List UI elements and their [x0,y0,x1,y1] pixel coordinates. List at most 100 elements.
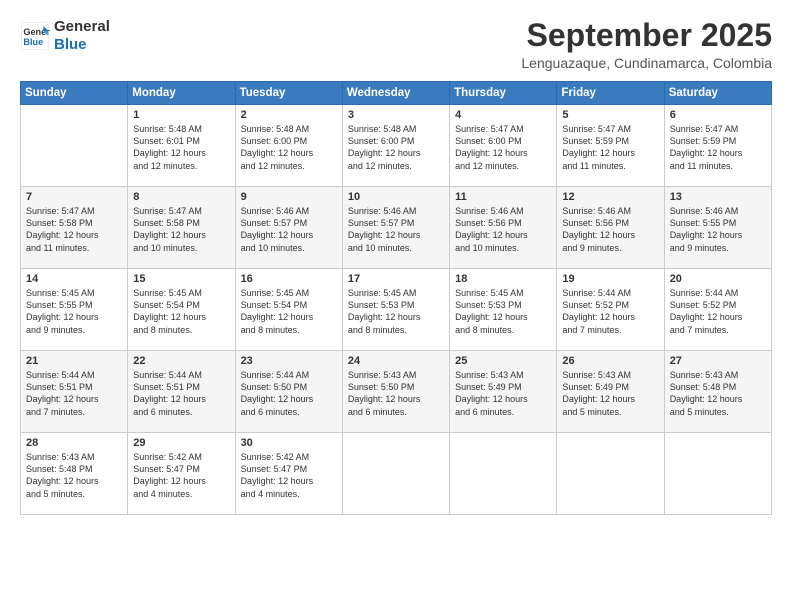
day-number: 16 [241,273,338,285]
cell-info: Sunrise: 5:44 AM Sunset: 5:51 PM Dayligh… [133,369,230,418]
cell-info: Sunrise: 5:43 AM Sunset: 5:49 PM Dayligh… [562,369,659,418]
cell-1-7: 6Sunrise: 5:47 AM Sunset: 5:59 PM Daylig… [664,105,771,187]
logo: General Blue General Blue [20,18,110,54]
cell-info: Sunrise: 5:43 AM Sunset: 5:48 PM Dayligh… [670,369,767,418]
day-number: 8 [133,191,230,203]
cell-5-6 [557,433,664,515]
day-number: 14 [26,273,123,285]
day-number: 10 [348,191,445,203]
cell-1-5: 4Sunrise: 5:47 AM Sunset: 6:00 PM Daylig… [450,105,557,187]
day-number: 23 [241,355,338,367]
cell-info: Sunrise: 5:45 AM Sunset: 5:53 PM Dayligh… [348,287,445,336]
day-number: 5 [562,109,659,121]
cell-3-4: 17 Sunrise: 5:45 AM Sunset: 5:53 PM Dayli… [342,269,449,351]
svg-text:Blue: Blue [23,37,43,47]
cell-info: Sunrise: 5:48 AM Sunset: 6:01 PM Dayligh… [133,123,230,172]
cell-info: Sunrise: 5:42 AM Sunset: 5:47 PM Dayligh… [133,451,230,500]
subtitle: Lenguazaque, Cundinamarca, Colombia [521,55,772,71]
day-number: 29 [133,437,230,449]
cell-5-1: 28 Sunrise: 5:43 AM Sunset: 5:48 PM Dayli… [21,433,128,515]
cell-info: Sunrise: 5:46 AM Sunset: 5:56 PM Dayligh… [455,205,552,254]
cell-info: Sunrise: 5:47 AM Sunset: 6:00 PM Dayligh… [455,123,552,172]
day-number: 28 [26,437,123,449]
cell-2-1: 7 Sunrise: 5:47 AM Sunset: 5:58 PM Daylig… [21,187,128,269]
col-header-friday: Friday [557,82,664,105]
title-block: September 2025 Lenguazaque, Cundinamarca… [521,18,772,71]
main-title: September 2025 [521,18,772,53]
col-header-saturday: Saturday [664,82,771,105]
page: General Blue General Blue September 2025… [0,0,792,612]
header: General Blue General Blue September 2025… [20,18,772,71]
cell-4-2: 22 Sunrise: 5:44 AM Sunset: 5:51 PM Dayli… [128,351,235,433]
day-number: 21 [26,355,123,367]
day-number: 25 [455,355,552,367]
week-row-3: 14 Sunrise: 5:45 AM Sunset: 5:55 PM Dayli… [21,269,772,351]
week-row-2: 7 Sunrise: 5:47 AM Sunset: 5:58 PM Daylig… [21,187,772,269]
day-number: 22 [133,355,230,367]
day-number: 27 [670,355,767,367]
logo-general: General [54,18,110,36]
cell-4-4: 24 Sunrise: 5:43 AM Sunset: 5:50 PM Dayli… [342,351,449,433]
week-row-1: 1 Sunrise: 5:48 AM Sunset: 6:01 PM Daylig… [21,105,772,187]
cell-1-6: 5 Sunrise: 5:47 AM Sunset: 5:59 PM Daylig… [557,105,664,187]
cell-info: Sunrise: 5:48 AM Sunset: 6:00 PM Dayligh… [241,123,338,172]
cell-info: Sunrise: 5:43 AM Sunset: 5:50 PM Dayligh… [348,369,445,418]
header-row: SundayMondayTuesdayWednesdayThursdayFrid… [21,82,772,105]
day-number: 13 [670,191,767,203]
cell-info: Sunrise: 5:44 AM Sunset: 5:52 PM Dayligh… [562,287,659,336]
cell-5-2: 29 Sunrise: 5:42 AM Sunset: 5:47 PM Dayli… [128,433,235,515]
week-row-4: 21 Sunrise: 5:44 AM Sunset: 5:51 PM Dayli… [21,351,772,433]
calendar-table: SundayMondayTuesdayWednesdayThursdayFrid… [20,81,772,515]
cell-2-2: 8Sunrise: 5:47 AM Sunset: 5:58 PM Daylig… [128,187,235,269]
col-header-thursday: Thursday [450,82,557,105]
cell-4-7: 27 Sunrise: 5:43 AM Sunset: 5:48 PM Dayli… [664,351,771,433]
cell-5-7 [664,433,771,515]
col-header-wednesday: Wednesday [342,82,449,105]
cell-info: Sunrise: 5:48 AM Sunset: 6:00 PM Dayligh… [348,123,445,172]
cell-4-6: 26 Sunrise: 5:43 AM Sunset: 5:49 PM Dayli… [557,351,664,433]
day-number: 19 [562,273,659,285]
col-header-tuesday: Tuesday [235,82,342,105]
logo-icon: General Blue [20,21,50,51]
cell-3-6: 19 Sunrise: 5:44 AM Sunset: 5:52 PM Dayli… [557,269,664,351]
day-number: 12 [562,191,659,203]
cell-1-2: 1 Sunrise: 5:48 AM Sunset: 6:01 PM Daylig… [128,105,235,187]
cell-5-3: 30Sunrise: 5:42 AM Sunset: 5:47 PM Dayli… [235,433,342,515]
cell-1-1 [21,105,128,187]
cell-info: Sunrise: 5:42 AM Sunset: 5:47 PM Dayligh… [241,451,338,500]
cell-info: Sunrise: 5:46 AM Sunset: 5:57 PM Dayligh… [348,205,445,254]
day-number: 24 [348,355,445,367]
cell-2-5: 11Sunrise: 5:46 AM Sunset: 5:56 PM Dayli… [450,187,557,269]
cell-info: Sunrise: 5:46 AM Sunset: 5:56 PM Dayligh… [562,205,659,254]
day-number: 3 [348,109,445,121]
col-header-monday: Monday [128,82,235,105]
day-number: 26 [562,355,659,367]
cell-info: Sunrise: 5:45 AM Sunset: 5:55 PM Dayligh… [26,287,123,336]
cell-5-4 [342,433,449,515]
cell-info: Sunrise: 5:46 AM Sunset: 5:57 PM Dayligh… [241,205,338,254]
cell-info: Sunrise: 5:44 AM Sunset: 5:52 PM Dayligh… [670,287,767,336]
day-number: 7 [26,191,123,203]
cell-3-7: 20 Sunrise: 5:44 AM Sunset: 5:52 PM Dayli… [664,269,771,351]
cell-3-3: 16Sunrise: 5:45 AM Sunset: 5:54 PM Dayli… [235,269,342,351]
day-number: 9 [241,191,338,203]
cell-info: Sunrise: 5:47 AM Sunset: 5:59 PM Dayligh… [562,123,659,172]
day-number: 1 [133,109,230,121]
cell-4-5: 25Sunrise: 5:43 AM Sunset: 5:49 PM Dayli… [450,351,557,433]
cell-3-2: 15Sunrise: 5:45 AM Sunset: 5:54 PM Dayli… [128,269,235,351]
cell-info: Sunrise: 5:47 AM Sunset: 5:58 PM Dayligh… [26,205,123,254]
day-number: 6 [670,109,767,121]
cell-5-5 [450,433,557,515]
col-header-sunday: Sunday [21,82,128,105]
cell-1-4: 3 Sunrise: 5:48 AM Sunset: 6:00 PM Daylig… [342,105,449,187]
day-number: 20 [670,273,767,285]
cell-2-6: 12 Sunrise: 5:46 AM Sunset: 5:56 PM Dayli… [557,187,664,269]
cell-info: Sunrise: 5:43 AM Sunset: 5:48 PM Dayligh… [26,451,123,500]
day-number: 17 [348,273,445,285]
cell-2-4: 10 Sunrise: 5:46 AM Sunset: 5:57 PM Dayli… [342,187,449,269]
day-number: 2 [241,109,338,121]
cell-3-1: 14 Sunrise: 5:45 AM Sunset: 5:55 PM Dayli… [21,269,128,351]
cell-info: Sunrise: 5:44 AM Sunset: 5:51 PM Dayligh… [26,369,123,418]
logo-blue: Blue [54,36,110,54]
day-number: 18 [455,273,552,285]
